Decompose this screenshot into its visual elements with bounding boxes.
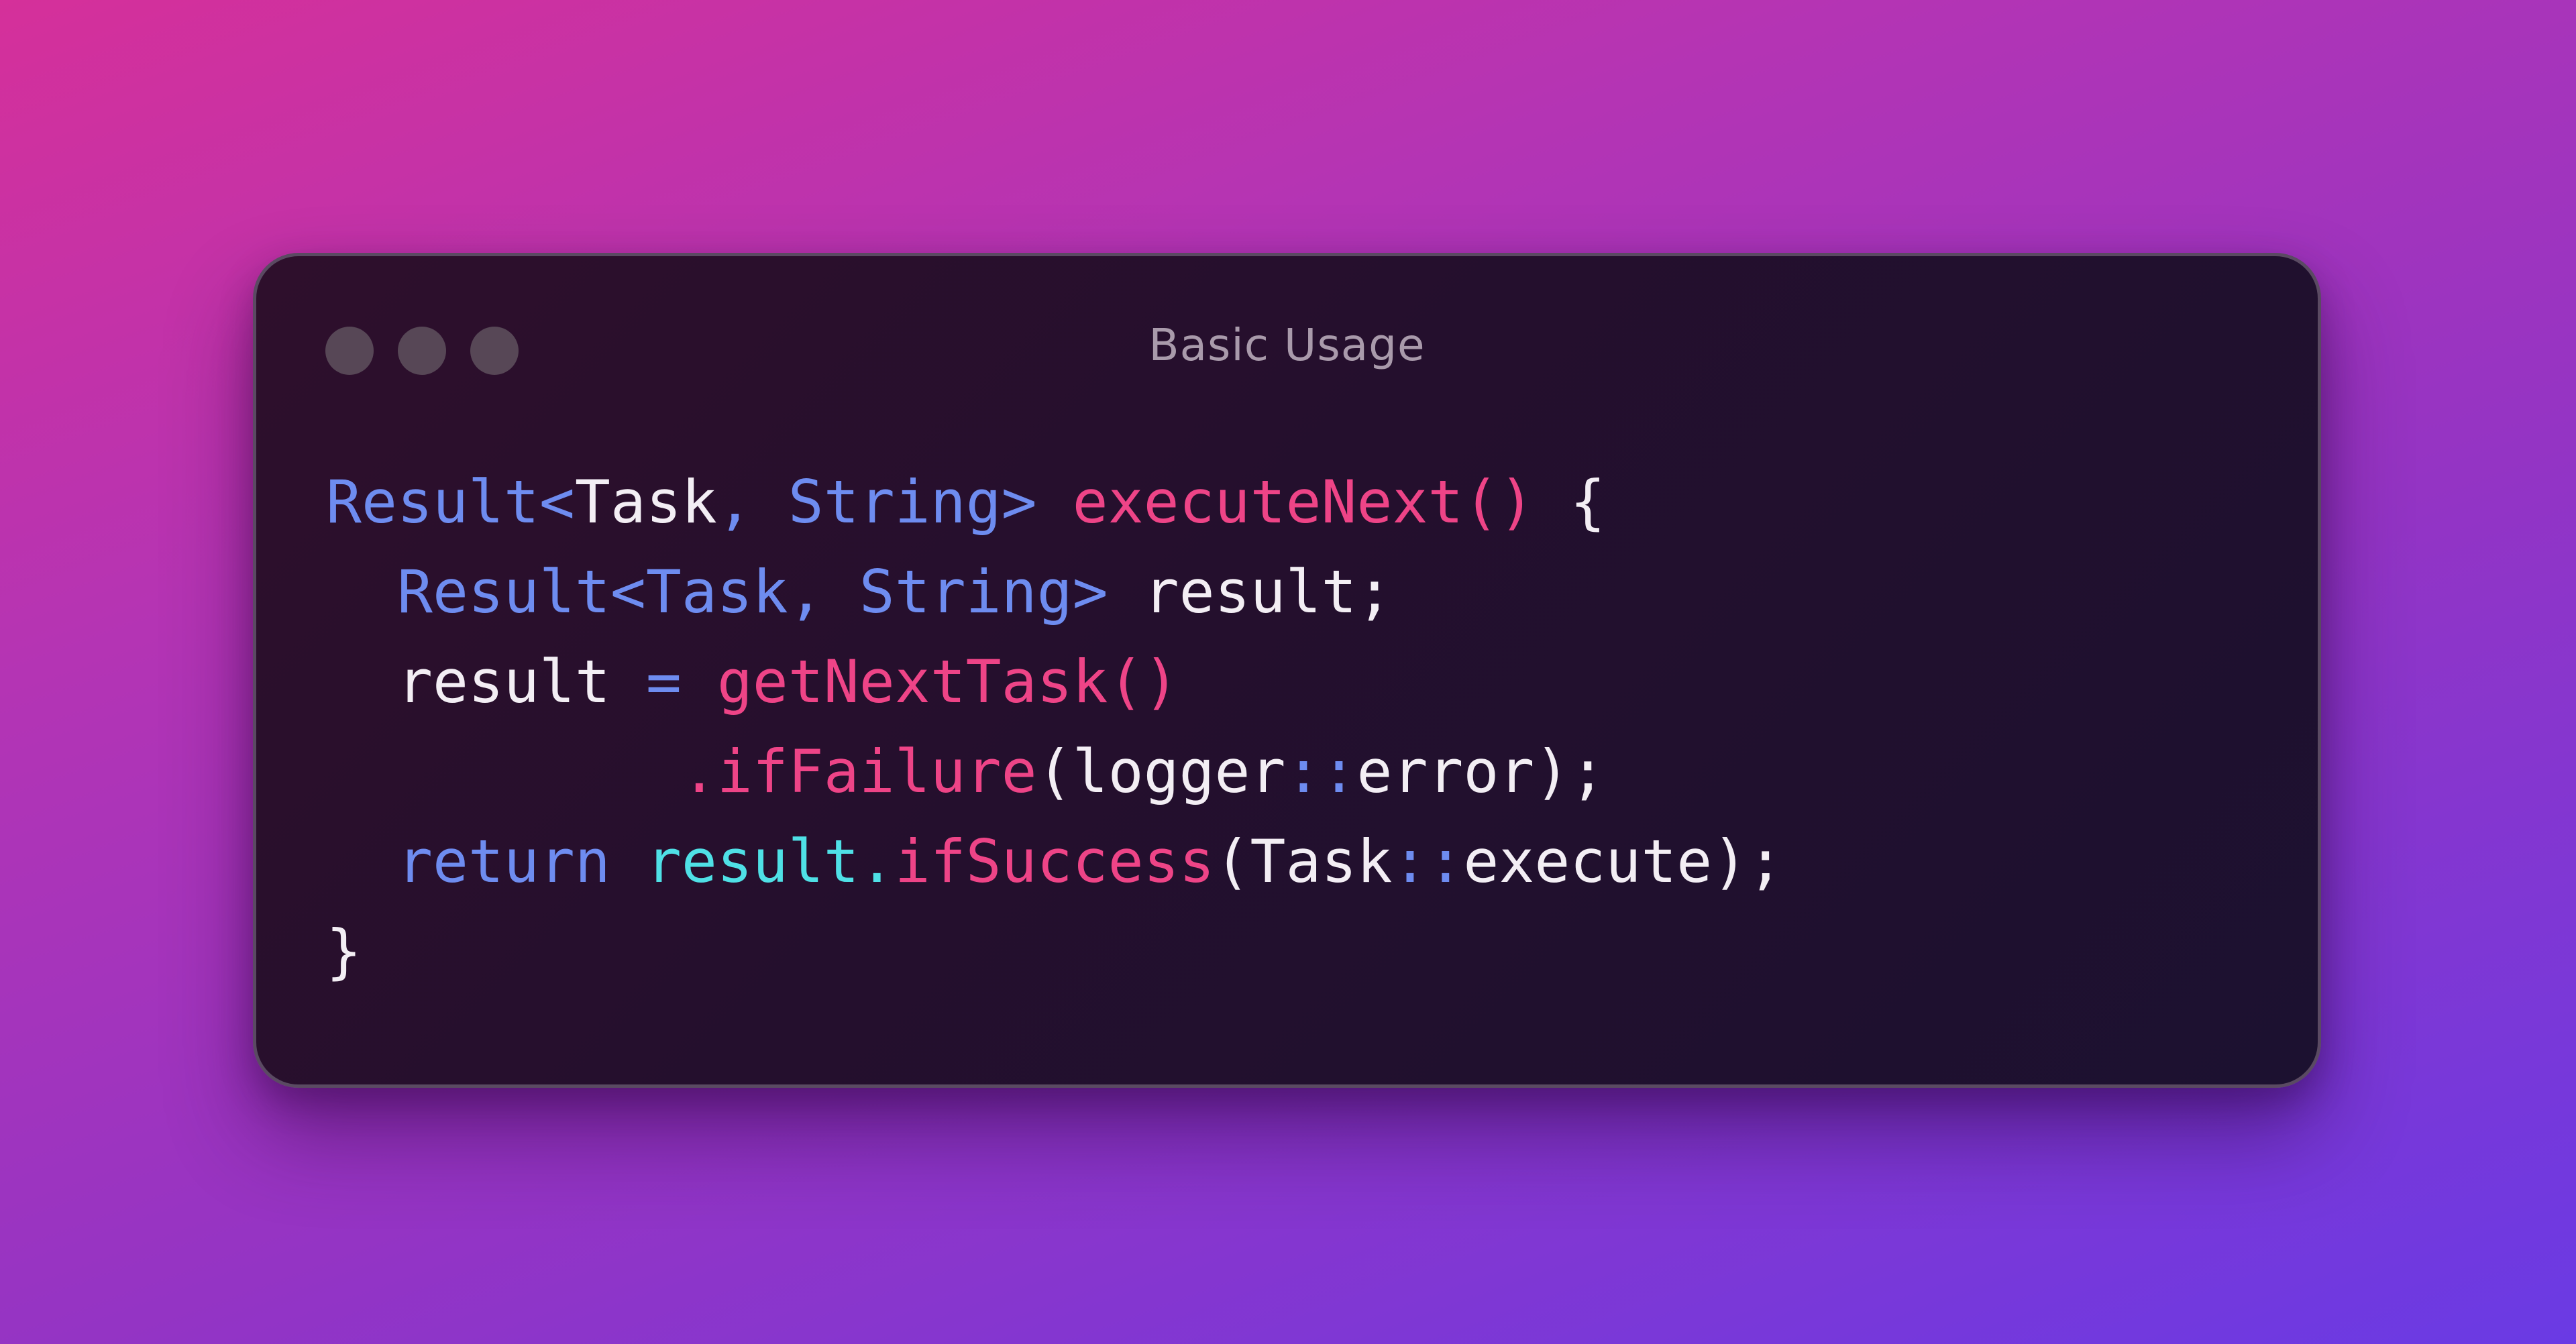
code-line-1: Result<Task, String> executeNext() { <box>326 467 1606 537</box>
code-line-2: Result<Task, String> result; <box>396 557 1393 626</box>
code-line-6: } <box>326 917 362 986</box>
code-line-3: result = getNextTask() <box>396 647 1179 716</box>
code-block: Result<Task, String> executeNext() { Res… <box>326 457 1783 997</box>
code-line-4: .ifFailure(logger::error); <box>681 737 1606 806</box>
code-line-5: return result.ifSuccess(Task::execute); <box>396 827 1784 896</box>
window-title: Basic Usage <box>1148 319 1426 371</box>
code-window: Basic Usage Result<Task, String> execute… <box>253 253 2321 1088</box>
